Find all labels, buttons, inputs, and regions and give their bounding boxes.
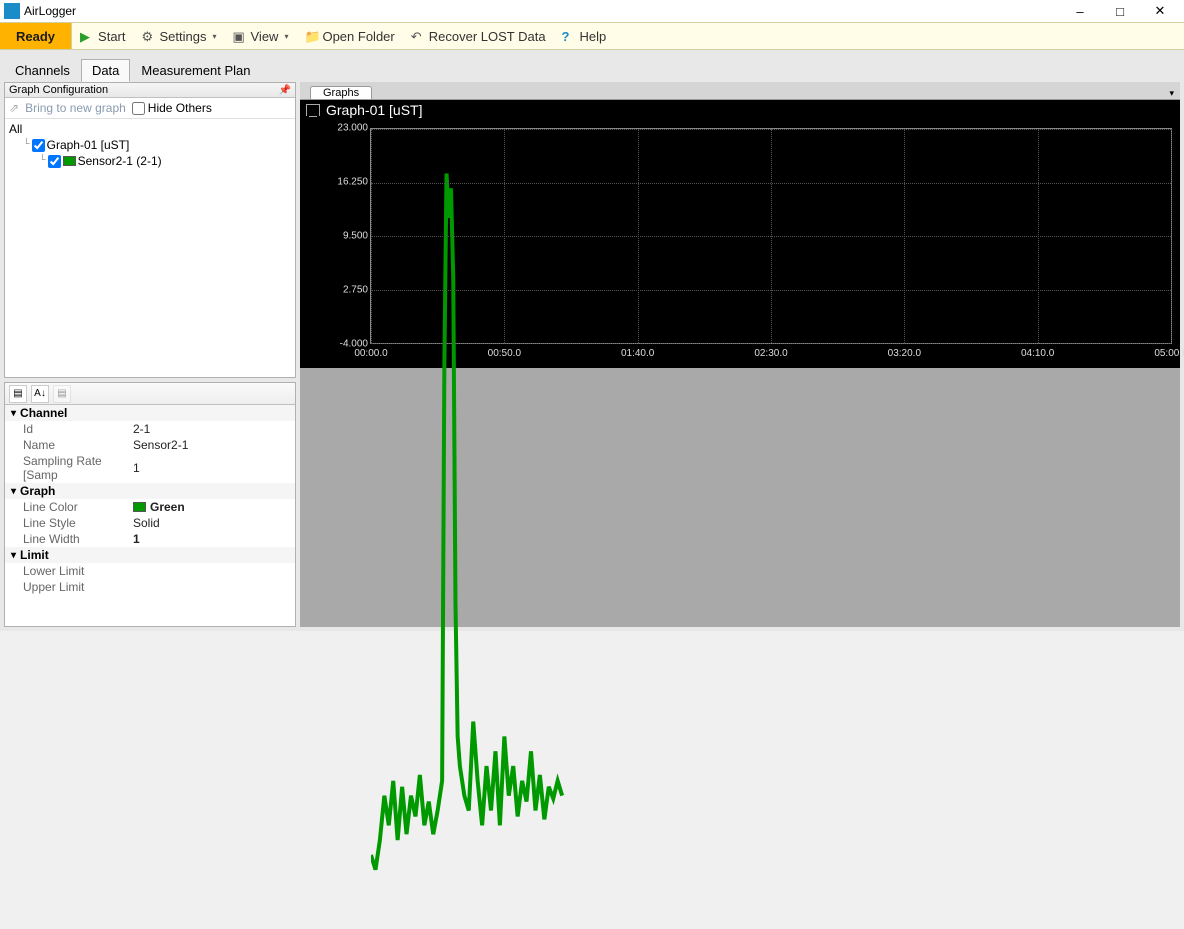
x-tick-label: 04:10.0 <box>1021 348 1054 359</box>
x-tick-label: 02:30.0 <box>754 348 787 359</box>
chevron-down-icon: ▾ <box>212 32 216 41</box>
prop-row-id[interactable]: Id 2-1 <box>5 421 295 437</box>
prop-row-line-color[interactable]: Line Color Green <box>5 499 295 515</box>
x-tick-label: 00:00.0 <box>354 348 387 359</box>
recover-icon: ↶ <box>411 29 425 43</box>
app-title: AirLogger <box>24 4 1060 18</box>
tree-sensor-label: Sensor2-1 (2-1) <box>78 154 162 168</box>
open-folder-label: Open Folder <box>322 29 394 44</box>
app-icon <box>4 3 20 19</box>
prop-row-line-style[interactable]: Line Style Solid <box>5 515 295 531</box>
x-tick-label: 05:00.0 <box>1154 348 1184 359</box>
hide-others-label: Hide Others <box>148 101 212 115</box>
tab-data[interactable]: Data <box>81 59 130 82</box>
bring-to-new-graph-link[interactable]: Bring to new graph <box>25 101 126 115</box>
close-button[interactable]: ✕ <box>1140 0 1180 22</box>
prop-group-limit[interactable]: ▾ Limit <box>5 547 295 563</box>
minimize-button[interactable]: – <box>1060 0 1100 22</box>
config-tree: All └ Graph-01 [uST] └ Sensor2-1 (2-1) <box>5 119 295 377</box>
prop-row-upper-limit[interactable]: Upper Limit <box>5 579 295 595</box>
tree-graph-label: Graph-01 [uST] <box>47 138 130 152</box>
maximize-button[interactable]: □ <box>1100 0 1140 22</box>
line-color-swatch <box>133 502 146 512</box>
graph-config-panel: Graph Configuration 📌 ⇗ Bring to new gra… <box>4 82 296 378</box>
recover-button[interactable]: ↶ Recover LOST Data <box>403 23 554 49</box>
sensor-color-swatch <box>63 156 76 166</box>
settings-label: Settings <box>160 29 207 44</box>
prop-group-graph[interactable]: ▾ Graph <box>5 483 295 499</box>
recover-label: Recover LOST Data <box>429 29 546 44</box>
prop-row-line-width[interactable]: Line Width 1 <box>5 531 295 547</box>
tree-graph-checkbox[interactable] <box>32 139 45 152</box>
main-toolbar: Ready ▶ Start ⚙ Settings ▾ ▣ View ▾ 📁 Op… <box>0 22 1184 50</box>
graph-group-label: Graph <box>20 484 55 498</box>
start-button[interactable]: ▶ Start <box>72 23 133 49</box>
tab-channels[interactable]: Channels <box>4 59 81 82</box>
graph-title: Graph-01 [uST] <box>326 102 423 118</box>
y-tick-label: 2.750 <box>343 285 368 296</box>
properties-toolbar: ▤ A↓ ▤ <box>5 383 295 405</box>
prop-row-sampling-rate[interactable]: Sampling Rate [Samp 1 <box>5 453 295 483</box>
chevron-down-icon: ▾ <box>284 32 288 41</box>
hide-others-input[interactable] <box>132 102 145 115</box>
open-folder-button[interactable]: 📁 Open Folder <box>296 23 402 49</box>
help-button[interactable]: ? Help <box>554 23 615 49</box>
window-controls: – □ ✕ <box>1060 0 1180 22</box>
graph-surface[interactable]: Graph-01 [uST] 00:00.000:50.001:40.002:3… <box>300 100 1180 368</box>
graphs-tab[interactable]: Graphs <box>310 86 372 99</box>
y-tick-label: 9.500 <box>343 231 368 242</box>
x-tick-label: 01:40.0 <box>621 348 654 359</box>
tree-sensor-node[interactable]: └ Sensor2-1 (2-1) <box>9 153 291 169</box>
tab-measurement-plan[interactable]: Measurement Plan <box>130 59 261 82</box>
grid-icon: ▣ <box>233 29 247 43</box>
pages-icon[interactable]: ▤ <box>53 385 71 403</box>
graph-config-title: Graph Configuration <box>9 84 108 96</box>
plot-area[interactable]: 00:00.000:50.001:40.002:30.003:20.004:10… <box>370 128 1172 344</box>
chevron-down-icon[interactable]: ▾ <box>1169 88 1174 99</box>
tree-root[interactable]: All <box>9 121 291 137</box>
bring-graph-icon: ⇗ <box>9 101 19 115</box>
graph-area: Graphs ▾ Graph-01 [uST] 00:00.000:50.001… <box>300 82 1180 627</box>
play-icon: ▶ <box>80 29 94 43</box>
folder-icon: 📁 <box>304 29 318 43</box>
help-label: Help <box>580 29 607 44</box>
y-tick-label: 16.250 <box>337 177 368 188</box>
collapse-icon: ▾ <box>11 486 16 497</box>
view-button[interactable]: ▣ View ▾ <box>225 23 297 49</box>
titlebar: AirLogger – □ ✕ <box>0 0 1184 22</box>
y-tick-label: 23.000 <box>337 123 368 134</box>
channel-group-label: Channel <box>20 406 67 420</box>
tree-sensor-checkbox[interactable] <box>48 155 61 168</box>
view-label: View <box>251 29 279 44</box>
collapse-icon: ▾ <box>11 408 16 419</box>
collapse-icon: ▾ <box>11 550 16 561</box>
x-tick-label: 00:50.0 <box>488 348 521 359</box>
sort-icon[interactable]: A↓ <box>31 385 49 403</box>
y-tick-label: -4.000 <box>340 339 368 350</box>
start-label: Start <box>98 29 125 44</box>
gear-icon: ⚙ <box>142 29 156 43</box>
prop-row-lower-limit[interactable]: Lower Limit <box>5 563 295 579</box>
prop-group-channel[interactable]: ▾ Channel <box>5 405 295 421</box>
graph-window-icon <box>306 104 320 116</box>
categorized-icon[interactable]: ▤ <box>9 385 27 403</box>
help-icon: ? <box>562 29 576 43</box>
hide-others-checkbox[interactable]: Hide Others <box>132 101 212 115</box>
main-tabstrip: Channels Data Measurement Plan <box>0 50 1184 82</box>
tree-root-label: All <box>9 122 22 136</box>
settings-button[interactable]: ⚙ Settings ▾ <box>134 23 225 49</box>
status-chip: Ready <box>0 23 72 49</box>
tree-graph-node[interactable]: └ Graph-01 [uST] <box>9 137 291 153</box>
pin-icon[interactable]: 📌 <box>279 85 291 96</box>
graph-tabstrip: Graphs ▾ <box>300 82 1180 100</box>
x-tick-label: 03:20.0 <box>888 348 921 359</box>
prop-row-name[interactable]: Name Sensor2-1 <box>5 437 295 453</box>
limit-group-label: Limit <box>20 548 49 562</box>
properties-panel: ▤ A↓ ▤ ▾ Channel Id 2-1 Name Sensor <box>4 382 296 627</box>
